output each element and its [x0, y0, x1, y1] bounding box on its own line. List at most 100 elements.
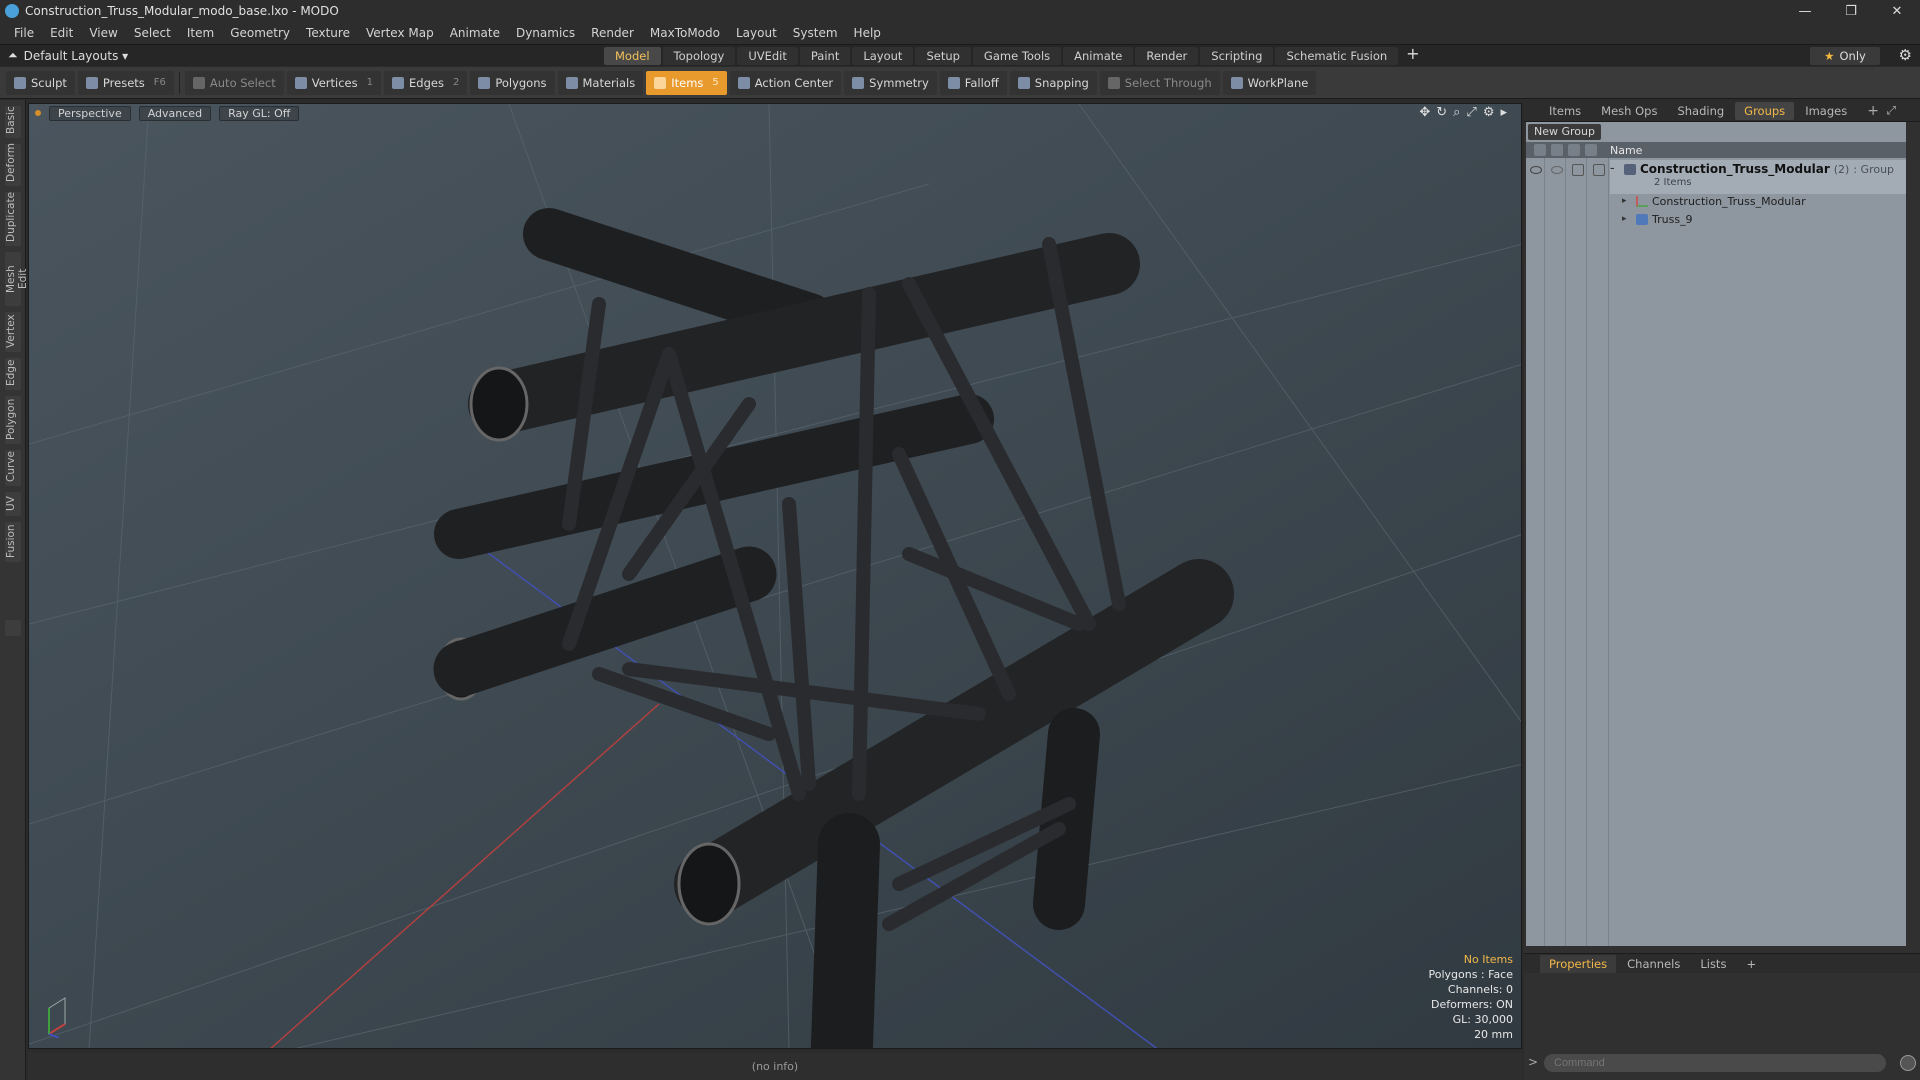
tab-properties[interactable]: Properties — [1540, 954, 1617, 973]
tab-paint[interactable]: Paint — [799, 47, 851, 65]
panel-expand-icon[interactable]: ⤢ — [1878, 101, 1905, 120]
side-tab-deform[interactable]: Deform — [5, 143, 21, 186]
menu-select[interactable]: Select — [126, 26, 179, 40]
select-through-button[interactable]: Select Through — [1099, 70, 1220, 95]
list-item[interactable]: ▸ Construction_Truss_Modular — [1622, 192, 1806, 210]
command-input[interactable] — [1544, 1054, 1886, 1072]
sidebar-collapse-button[interactable] — [5, 620, 21, 636]
menu-texture[interactable]: Texture — [298, 26, 358, 40]
tab-topology[interactable]: Topology — [662, 47, 736, 65]
tab-shading[interactable]: Shading — [1668, 102, 1733, 120]
expand-arrow-icon[interactable]: ▸ — [1622, 196, 1632, 206]
tab-images[interactable]: Images — [1796, 102, 1856, 120]
minimize-button[interactable]: — — [1782, 0, 1828, 22]
vertices-button[interactable]: Vertices 1 — [286, 70, 381, 95]
list-item[interactable]: ▸ Truss_9 — [1622, 210, 1693, 228]
menu-file[interactable]: File — [6, 26, 42, 40]
select-column-icon[interactable] — [1585, 144, 1597, 156]
menu-edit[interactable]: Edit — [42, 26, 81, 40]
side-tab-basic[interactable]: Basic — [5, 106, 21, 138]
side-tab-polygon[interactable]: Polygon — [5, 396, 21, 444]
gear-icon[interactable]: ⚙ — [1899, 46, 1912, 64]
shading-mode-button[interactable]: Advanced — [138, 105, 212, 121]
maximize-button[interactable]: ❐ — [1828, 0, 1874, 22]
visibility-column-icon[interactable] — [1534, 144, 1546, 156]
lock-checkbox[interactable] — [1572, 164, 1584, 176]
polygons-button[interactable]: Polygons — [470, 70, 555, 95]
tab-game-tools[interactable]: Game Tools — [972, 47, 1062, 65]
render-column-icon[interactable] — [1551, 144, 1563, 156]
tab-render[interactable]: Render — [1135, 47, 1199, 65]
view-mode-button[interactable]: Perspective — [49, 105, 131, 121]
viewport-menu-dot[interactable] — [35, 110, 41, 116]
action-center-button[interactable]: Action Center — [729, 70, 842, 95]
layout-tabs: Model Topology UVEdit Paint Layout Setup… — [604, 46, 1426, 65]
zoom-icon[interactable]: ⌕ — [1453, 105, 1460, 120]
tab-groups[interactable]: Groups — [1735, 101, 1795, 120]
menu-layout[interactable]: Layout — [728, 26, 785, 40]
tab-setup[interactable]: Setup — [915, 47, 971, 65]
layout-selector-label: Default Layouts ▾ — [23, 48, 129, 63]
add-properties-tab-button[interactable]: + — [1737, 955, 1765, 973]
side-tab-fusion[interactable]: Fusion — [5, 522, 21, 562]
menu-geometry[interactable]: Geometry — [222, 26, 298, 40]
items-button[interactable]: Items 5 — [646, 70, 727, 95]
falloff-button[interactable]: Falloff — [939, 70, 1007, 95]
eye-icon[interactable] — [1530, 166, 1542, 174]
side-tab-uv[interactable]: UV — [5, 492, 21, 516]
raygl-toggle-button[interactable]: Ray GL: Off — [219, 105, 300, 121]
tab-mesh-ops[interactable]: Mesh Ops — [1592, 102, 1666, 120]
tab-animate[interactable]: Animate — [1063, 47, 1134, 65]
symmetry-button[interactable]: Symmetry — [844, 70, 937, 95]
menu-view[interactable]: View — [81, 26, 125, 40]
command-history-button[interactable] — [1900, 1055, 1916, 1071]
only-toggle-button[interactable]: ★ Only — [1810, 47, 1880, 65]
workplane-button[interactable]: WorkPlane — [1222, 70, 1317, 95]
side-tab-edge[interactable]: Edge — [5, 358, 21, 390]
name-column-header[interactable]: Name — [1610, 144, 1642, 157]
tab-scripting[interactable]: Scripting — [1200, 47, 1274, 65]
side-tab-vertex[interactable]: Vertex — [5, 312, 21, 352]
menu-render[interactable]: Render — [583, 26, 642, 40]
sculpt-button[interactable]: Sculpt — [6, 70, 75, 95]
edges-button[interactable]: Edges 2 — [384, 70, 468, 95]
tab-layout[interactable]: Layout — [852, 47, 914, 65]
tab-items[interactable]: Items — [1540, 102, 1590, 120]
viewport-expand-icon[interactable]: ▸ — [1500, 105, 1507, 120]
pan-icon[interactable]: ✥ — [1419, 105, 1430, 120]
layout-selector[interactable]: ⏶ Default Layouts ▾ — [8, 48, 128, 63]
close-button[interactable]: ✕ — [1874, 0, 1920, 22]
tab-schematic-fusion[interactable]: Schematic Fusion — [1275, 47, 1399, 65]
materials-button[interactable]: Materials — [557, 70, 644, 95]
render-eye-icon[interactable] — [1551, 166, 1563, 174]
lock-column-icon[interactable] — [1568, 144, 1580, 156]
collapse-arrow-icon[interactable]: – — [1610, 164, 1620, 174]
side-tab-curve[interactable]: Curve — [5, 450, 21, 486]
menu-dynamics[interactable]: Dynamics — [508, 26, 583, 40]
layout-collapse-icon[interactable]: ⏶ — [8, 48, 18, 63]
menu-vertex-map[interactable]: Vertex Map — [358, 26, 442, 40]
side-tab-duplicate[interactable]: Duplicate — [5, 192, 21, 246]
new-group-button[interactable]: New Group — [1528, 124, 1601, 140]
viewport-settings-icon[interactable]: ⚙ — [1483, 105, 1495, 120]
tab-model[interactable]: Model — [604, 47, 661, 65]
side-tab-mesh-edit[interactable]: Mesh Edit — [5, 252, 29, 306]
tab-channels[interactable]: Channels — [1618, 955, 1689, 973]
presets-button[interactable]: Presets F6 — [77, 70, 174, 95]
auto-select-button[interactable]: Auto Select — [184, 70, 284, 95]
menu-maxtomodo[interactable]: MaxToModo — [642, 26, 728, 40]
rotate-icon[interactable]: ↻ — [1436, 105, 1447, 120]
expand-arrow-icon[interactable]: ▸ — [1622, 214, 1632, 224]
snapping-button[interactable]: Snapping — [1009, 70, 1097, 95]
tab-lists[interactable]: Lists — [1691, 955, 1735, 973]
menu-animate[interactable]: Animate — [442, 26, 508, 40]
tab-uvedit[interactable]: UVEdit — [737, 47, 798, 65]
3d-viewport[interactable]: Perspective Advanced Ray GL: Off ✥ ↻ ⌕ ⤢… — [28, 103, 1522, 1049]
group-row[interactable]: – Construction_Truss_Modular (2) : Group — [1610, 160, 1894, 178]
add-tab-button[interactable]: + — [1400, 46, 1425, 65]
select-checkbox[interactable] — [1593, 164, 1605, 176]
menu-help[interactable]: Help — [846, 26, 889, 40]
fit-icon[interactable]: ⤢ — [1466, 105, 1476, 120]
menu-item[interactable]: Item — [179, 26, 222, 40]
menu-system[interactable]: System — [785, 26, 846, 40]
